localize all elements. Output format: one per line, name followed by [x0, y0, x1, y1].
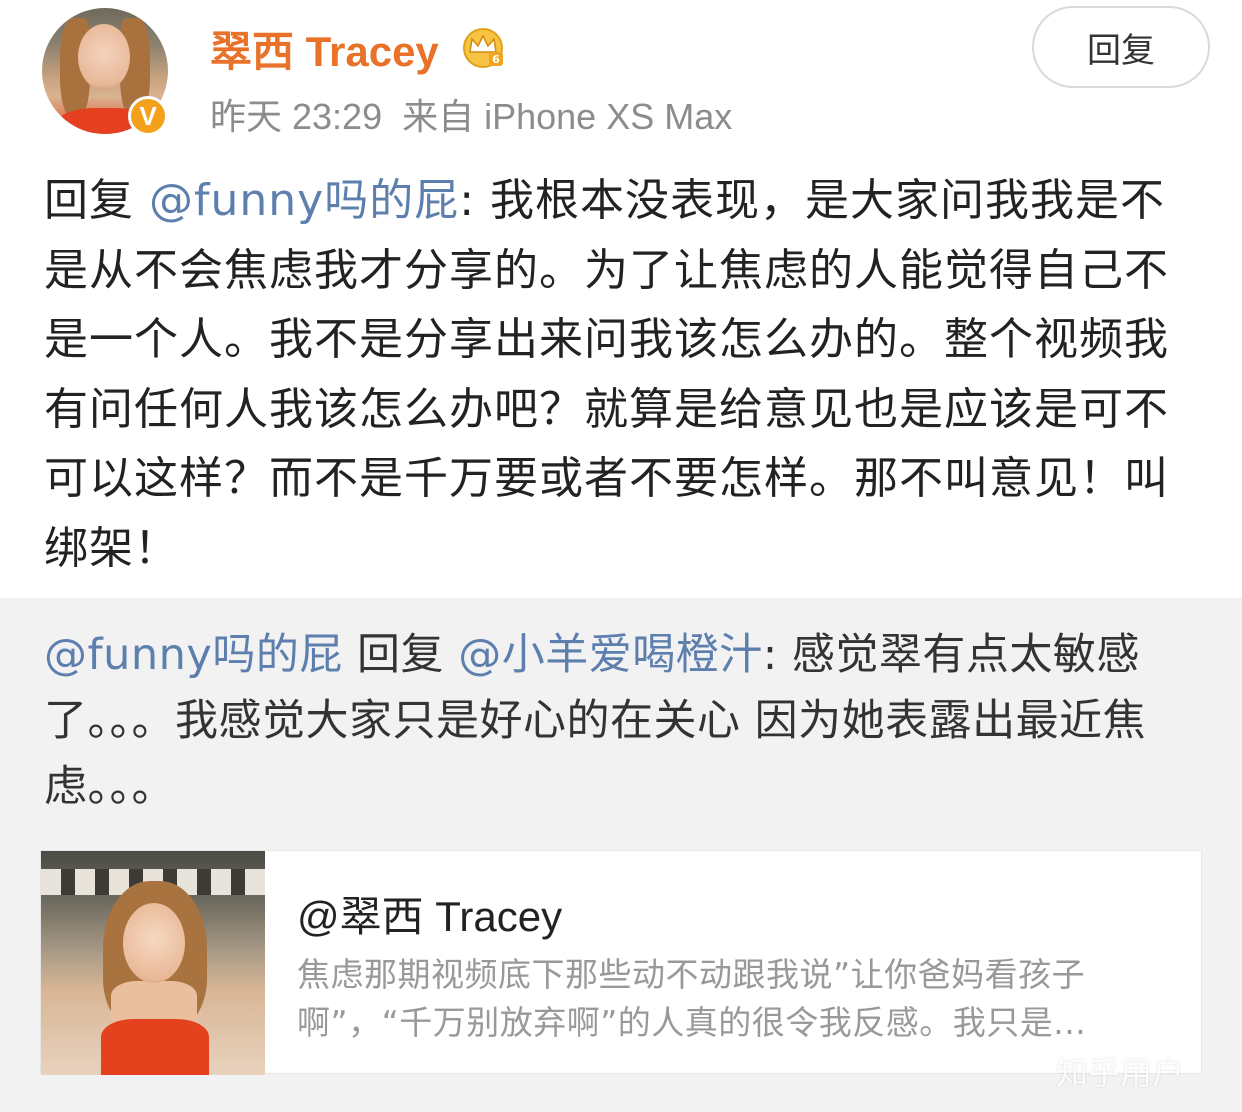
quoted-text: @funny吗的屁 回复 @小羊爱喝橙汁: 感觉翠有点太敏感了。。。我感觉大家只… — [44, 622, 1194, 820]
crown-membership-icon[interactable]: 6 — [460, 26, 506, 68]
avatar-face — [78, 24, 130, 90]
post-meta: 昨天 23:29 来自 iPhone XS Max — [210, 88, 732, 140]
watermark: 知乎用户 — [1056, 1054, 1185, 1092]
username[interactable]: 翠西 Tracey — [210, 18, 439, 79]
original-post-card[interactable]: @翠西 Tracey 焦虑那期视频底下那些动不动跟我说”让你爸妈看孩子 啊”，“… — [40, 850, 1202, 1075]
post-timestamp: 昨天 23:29 — [210, 96, 383, 137]
reply-prefix: 回复 — [44, 175, 134, 226]
mention-link[interactable]: @funny吗的屁 — [149, 175, 459, 226]
quoted-author-mention[interactable]: @funny吗的屁 — [44, 630, 343, 680]
quoted-reply-word: 回复 — [342, 630, 459, 680]
quoted-target-mention[interactable]: @小羊爱喝橙汁 — [458, 630, 763, 680]
svg-text:6: 6 — [492, 53, 500, 66]
reply-button[interactable]: 回复 — [1032, 6, 1210, 88]
post-text: 回复 @funny吗的屁: 我根本没表现，是大家问我我是不是从不会焦虑我才分享的… — [44, 166, 1200, 583]
card-description: 焦虑那期视频底下那些动不动跟我说”让你爸妈看孩子 啊”，“千万别放弃啊”的人真的… — [297, 951, 1177, 1047]
verified-v-icon: V — [128, 96, 168, 136]
quoted-post[interactable]: @funny吗的屁 回复 @小羊爱喝橙汁: 感觉翠有点太敏感了。。。我感觉大家只… — [0, 598, 1242, 1112]
thumb-dress — [101, 1019, 209, 1075]
card-thumbnail — [41, 851, 265, 1075]
thumb-face — [123, 903, 185, 983]
post-body: : 我根本没表现，是大家问我我是不是从不会焦虑我才分享的。为了让焦虑的人能觉得自… — [44, 175, 1169, 574]
post-source: 来自 iPhone XS Max — [402, 96, 733, 137]
card-desc-line1: 焦虑那期视频底下那些动不动跟我说”让你爸妈看孩子 — [297, 955, 1086, 994]
card-title: @翠西 Tracey — [297, 893, 563, 940]
card-desc-line2: 啊”，“千万别放弃啊”的人真的很令我反感。我只是... — [297, 1003, 1087, 1042]
post-header: V 翠西 Tracey 6 昨天 23:29 来自 iPhone XS Max 回… — [0, 0, 1242, 150]
